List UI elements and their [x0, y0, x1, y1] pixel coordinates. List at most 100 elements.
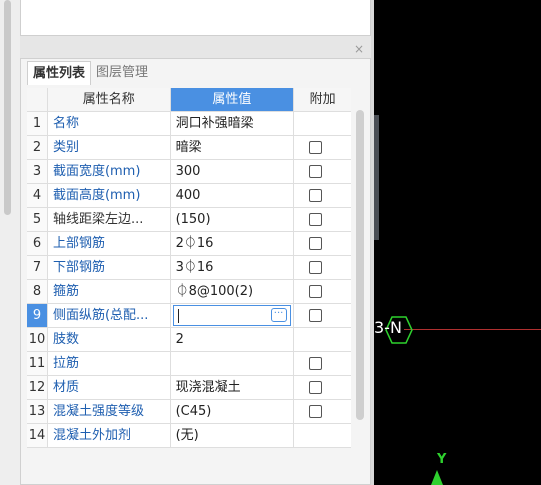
attach-checkbox[interactable]: [309, 237, 323, 250]
property-value[interactable]: (C45): [171, 400, 295, 423]
property-value[interactable]: 2⏀16: [171, 232, 295, 255]
property-name: 材质: [48, 376, 171, 399]
table-row[interactable]: 6 上部钢筋 2⏀16: [27, 232, 351, 256]
row-number: 4: [27, 184, 48, 207]
property-name: 上部钢筋: [48, 232, 171, 255]
table-row[interactable]: 14 混凝土外加剂 (无): [27, 424, 351, 448]
property-value[interactable]: ···: [171, 304, 295, 327]
property-value[interactable]: 3⏀16: [171, 256, 295, 279]
property-value[interactable]: [171, 352, 295, 375]
table-row[interactable]: 3 截面宽度(mm) 300: [27, 160, 351, 184]
row-number: 12: [27, 376, 48, 399]
property-name: 混凝土强度等级: [48, 400, 171, 423]
attach-checkbox[interactable]: [309, 357, 323, 370]
attach-cell: [294, 376, 351, 399]
attach-cell: [294, 424, 351, 447]
attach-cell: [294, 232, 351, 255]
ellipsis-icon[interactable]: ···: [270, 308, 287, 322]
table-row[interactable]: 7 下部钢筋 3⏀16: [27, 256, 351, 280]
tab-properties[interactable]: 属性列表: [27, 61, 92, 85]
attach-cell: [294, 304, 351, 327]
grid-line: [404, 329, 541, 330]
property-value[interactable]: 400: [171, 184, 295, 207]
attach-checkbox[interactable]: [309, 381, 323, 394]
header-num: [27, 88, 48, 111]
row-number: 10: [27, 328, 48, 351]
text-caret: [177, 309, 179, 323]
attach-cell: [294, 256, 351, 279]
grid-axis-label: 3-N: [374, 318, 402, 337]
table-row[interactable]: 5 轴线距梁左边... (150): [27, 208, 351, 232]
header-value: 属性值: [170, 88, 295, 111]
row-number: 5: [27, 208, 48, 231]
row-number: 1: [27, 112, 48, 135]
close-icon[interactable]: ×: [354, 42, 364, 56]
attach-cell: [294, 184, 351, 207]
tab-layers[interactable]: 图层管理: [91, 61, 153, 85]
table-row[interactable]: 10 肢数 2: [27, 328, 351, 352]
arrow-up-icon: [431, 470, 443, 485]
property-value[interactable]: 2: [171, 328, 295, 351]
value-edit-input[interactable]: ···: [172, 305, 291, 326]
top-panel: [20, 0, 371, 36]
header-name: 属性名称: [48, 88, 171, 111]
table-row[interactable]: 12 材质 现浇混凝土: [27, 376, 351, 400]
property-value[interactable]: (150): [171, 208, 295, 231]
property-value[interactable]: 300: [171, 160, 295, 183]
property-value[interactable]: (无): [171, 424, 295, 447]
row-number: 8: [27, 280, 48, 303]
attach-cell: [294, 160, 351, 183]
attach-checkbox[interactable]: [309, 261, 323, 274]
table-row[interactable]: 1 名称 洞口补强暗梁: [27, 112, 351, 136]
attach-checkbox[interactable]: [309, 141, 323, 154]
attach-cell: [294, 136, 351, 159]
table-row[interactable]: 4 截面高度(mm) 400: [27, 184, 351, 208]
property-value[interactable]: ⏀8@100(2): [171, 280, 295, 303]
property-name: 名称: [48, 112, 171, 135]
table-row[interactable]: 8 箍筋 ⏀8@100(2): [27, 280, 351, 304]
property-name: 截面宽度(mm): [48, 160, 171, 183]
y-axis-label: Y: [437, 452, 447, 467]
attach-checkbox[interactable]: [309, 213, 323, 226]
property-name: 下部钢筋: [48, 256, 171, 279]
header-add: 附加: [309, 92, 336, 107]
attach-cell: [294, 400, 351, 423]
table-row[interactable]: 2 类别 暗梁: [27, 136, 351, 160]
row-number: 9: [27, 304, 48, 327]
row-number: 13: [27, 400, 48, 423]
drawing-canvas[interactable]: 3-N Y: [374, 0, 541, 485]
attach-cell: [294, 328, 351, 351]
row-number: 2: [27, 136, 48, 159]
property-name: 侧面纵筋(总配...: [48, 304, 171, 327]
property-name: 箍筋: [48, 280, 171, 303]
property-name: 轴线距梁左边...: [48, 208, 171, 231]
table-header: 属性名称 属性值 附加: [27, 88, 351, 112]
row-number: 14: [27, 424, 48, 447]
table-row[interactable]: 9 侧面纵筋(总配... ···: [27, 304, 351, 328]
attach-cell: [294, 112, 351, 135]
property-value[interactable]: 现浇混凝土: [171, 376, 295, 399]
row-number: 3: [27, 160, 48, 183]
table-scrollbar[interactable]: [356, 110, 364, 420]
table-row[interactable]: 11 拉筋: [27, 352, 351, 376]
property-name: 截面高度(mm): [48, 184, 171, 207]
attach-checkbox[interactable]: [309, 405, 323, 418]
property-name: 肢数: [48, 328, 171, 351]
left-strip: [0, 0, 20, 485]
attach-checkbox[interactable]: [309, 165, 323, 178]
property-name: 拉筋: [48, 352, 171, 375]
row-number: 7: [27, 256, 48, 279]
attach-checkbox[interactable]: [309, 189, 323, 202]
attach-checkbox[interactable]: [309, 309, 323, 322]
attach-cell: [294, 352, 351, 375]
property-value[interactable]: 洞口补强暗梁: [171, 112, 295, 135]
table-row[interactable]: 13 混凝土强度等级 (C45): [27, 400, 351, 424]
left-scrollbar[interactable]: [4, 0, 11, 215]
attach-cell: [294, 280, 351, 303]
row-number: 6: [27, 232, 48, 255]
row-number: 11: [27, 352, 48, 375]
property-name: 混凝土外加剂: [48, 424, 171, 447]
property-value[interactable]: 暗梁: [171, 136, 295, 159]
canvas-collapse-handle[interactable]: [374, 115, 379, 240]
attach-checkbox[interactable]: [309, 285, 323, 298]
